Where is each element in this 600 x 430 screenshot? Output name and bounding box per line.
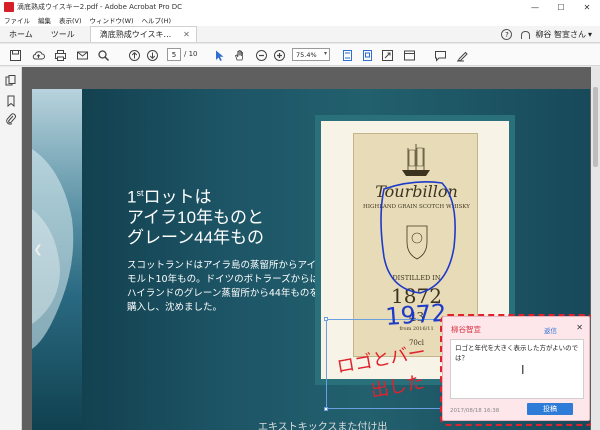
tab-close-icon[interactable]: ✕ — [183, 30, 190, 39]
attachment-icon[interactable] — [5, 113, 17, 125]
previous-page-icon[interactable] — [127, 48, 141, 62]
resize-handle[interactable] — [324, 407, 328, 411]
label-subtitle: HIGHLAND GRAIN SCOTCH WHISKY — [363, 204, 470, 210]
comment-icon[interactable] — [433, 48, 447, 62]
comment-popup[interactable]: 柳谷智宣 返信 ✕ ロゴと年代を大きく表示した方がよいのでは？ I 2017/0… — [442, 316, 590, 421]
window-controls: — ☐ ✕ — [522, 0, 600, 14]
comment-reply-link[interactable]: 返信 — [544, 325, 557, 335]
previous-page-arrow-icon[interactable]: ❮ — [32, 234, 48, 264]
comment-timestamp: 2017/08/18 16:38 — [450, 408, 500, 414]
notification-bell-icon[interactable] — [520, 30, 531, 40]
comment-text-field[interactable]: ロゴと年代を大きく表示した方がよいのでは？ I — [450, 339, 584, 399]
crest-emblem-icon — [406, 225, 428, 260]
menu-help[interactable]: ヘルプ(H) — [142, 15, 171, 25]
zoom-dropdown-icon: ▾ — [323, 50, 327, 57]
user-name[interactable]: 柳谷 智宣さん — [535, 29, 586, 40]
post-button[interactable]: 投稿 — [527, 403, 573, 415]
page-thumbnails-icon[interactable] — [5, 75, 17, 87]
comment-close-icon[interactable]: ✕ — [576, 323, 583, 332]
comment-text: ロゴと年代を大きく表示した方がよいのでは？ — [455, 344, 579, 362]
read-mode-icon[interactable] — [402, 48, 416, 62]
toolbar: 5 / 10 75.4% ▾ — [0, 44, 600, 66]
label-logo: Tourbillon — [375, 182, 458, 201]
print-icon[interactable] — [53, 48, 67, 62]
next-page-text-peek: エキストキックスまた付け出 — [258, 422, 388, 430]
user-dropdown-icon[interactable]: ▾ — [588, 30, 592, 39]
maximize-button[interactable]: ☐ — [548, 0, 574, 14]
zoom-level-value: 75.4% — [296, 50, 317, 59]
menu-window[interactable]: ウィンドウ(W) — [90, 15, 134, 25]
full-screen-icon[interactable] — [380, 48, 394, 62]
page-number-input[interactable]: 5 — [167, 48, 181, 61]
menu-bar: ファイル 編集 表示(V) ウィンドウ(W) ヘルプ(H) — [0, 14, 600, 26]
label-distilled-in: DISTILLED IN — [392, 274, 441, 282]
bookmark-icon[interactable] — [5, 95, 17, 108]
headline-line-1: ロットは — [143, 187, 212, 207]
zoom-out-icon[interactable] — [254, 48, 268, 62]
menu-edit[interactable]: 編集 — [38, 15, 51, 25]
resize-handle[interactable] — [324, 317, 328, 321]
account-area: ? 柳谷 智宣さん ▾ — [501, 28, 592, 41]
cloud-upload-icon[interactable] — [31, 48, 45, 62]
vertical-scrollbar[interactable] — [591, 67, 600, 430]
text-cursor-icon: I — [521, 363, 525, 377]
tab-tools[interactable]: ツール — [42, 26, 84, 42]
zoom-in-icon[interactable] — [272, 48, 286, 62]
acrobat-app-icon — [4, 2, 14, 12]
tab-document[interactable]: 滴底熟成ウイスキ... ✕ — [89, 26, 197, 42]
headline-line-2: アイラ10年ものと — [127, 207, 265, 227]
left-navigation-rail — [0, 67, 22, 430]
title-bar: 滴底熟成ウイスキー2.pdf - Adobe Acrobat Pro DC — … — [0, 0, 600, 14]
search-icon[interactable] — [96, 48, 110, 62]
pen-sign-icon[interactable] — [455, 48, 469, 62]
window-title: 滴底熟成ウイスキー2.pdf - Adobe Acrobat Pro DC — [17, 3, 182, 11]
hand-tool-icon[interactable] — [232, 48, 246, 62]
headline-line-3: グレーン44年もの — [127, 227, 265, 247]
label-year: 1872 — [391, 284, 442, 308]
document-viewer[interactable]: ❮ 1stロットは アイラ10年ものと グレーン44年もの スコットランドはアイ… — [22, 67, 600, 430]
acrobat-window: 滴底熟成ウイスキー2.pdf - Adobe Acrobat Pro DC — … — [0, 0, 600, 430]
tab-home[interactable]: ホーム — [0, 26, 42, 42]
help-icon[interactable]: ? — [501, 29, 513, 40]
close-window-button[interactable]: ✕ — [574, 0, 600, 14]
ship-emblem-icon — [402, 144, 430, 176]
tab-bar: ホーム ツール 滴底熟成ウイスキ... ✕ ? 柳谷 智宣さん ▾ — [0, 26, 600, 43]
fit-page-icon[interactable] — [340, 48, 354, 62]
page-headline: 1stロットは アイラ10年ものと グレーン44年もの — [127, 183, 264, 248]
save-icon[interactable] — [8, 48, 22, 62]
next-page-icon[interactable] — [145, 48, 159, 62]
email-icon[interactable] — [75, 48, 89, 62]
zoom-level-select[interactable]: 75.4% ▾ — [292, 48, 330, 61]
scrolling-mode-icon[interactable] — [360, 48, 374, 62]
menu-view[interactable]: 表示(V) — [59, 15, 82, 25]
select-arrow-icon[interactable] — [212, 48, 226, 62]
comment-author: 柳谷智宣 — [451, 325, 481, 334]
page-body-text: スコットランドはアイラ島の蒸留所からアイラモルト10年もの。ドイツのボトラーズか… — [127, 260, 326, 313]
page-total: / 10 — [184, 50, 198, 58]
tab-document-label: 滴底熟成ウイスキ... — [99, 30, 172, 39]
menu-file[interactable]: ファイル — [4, 15, 30, 25]
minimize-button[interactable]: — — [522, 0, 548, 14]
scrollbar-thumb[interactable] — [593, 87, 598, 167]
